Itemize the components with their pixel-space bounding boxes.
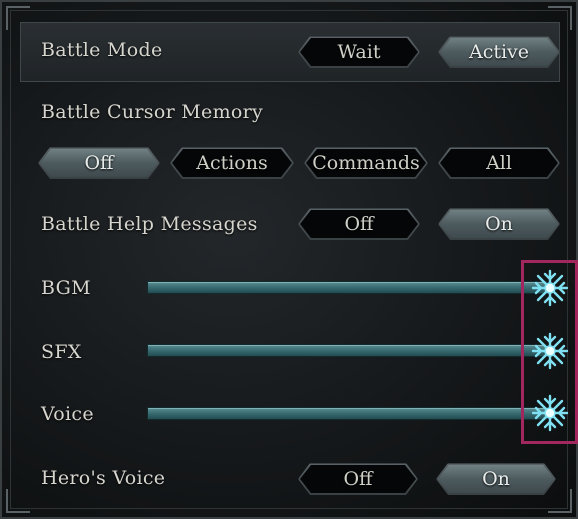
battle-help-messages-label: Battle Help Messages xyxy=(41,213,258,235)
corner-ornament xyxy=(6,489,30,513)
cursor-memory-commands-button[interactable]: Commands xyxy=(304,147,428,179)
settings-panel: Battle Mode Wait Active Battle Cursor Me… xyxy=(0,0,578,519)
snowflake-icon[interactable] xyxy=(530,393,570,433)
voice-label: Voice xyxy=(41,403,94,425)
cursor-memory-all-button[interactable]: All xyxy=(438,147,560,179)
help-messages-off-button[interactable]: Off xyxy=(298,208,420,240)
heros-voice-on-button[interactable]: On xyxy=(436,463,556,495)
heros-voice-label: Hero's Voice xyxy=(41,467,166,489)
corner-ornament xyxy=(548,489,572,513)
sfx-label: SFX xyxy=(41,341,82,363)
help-messages-on-button[interactable]: On xyxy=(438,208,560,240)
voice-slider[interactable] xyxy=(147,407,547,420)
heros-voice-off-button[interactable]: Off xyxy=(298,463,418,495)
sfx-slider[interactable] xyxy=(147,344,547,357)
cursor-memory-off-button[interactable]: Off xyxy=(38,147,160,179)
cursor-memory-actions-button[interactable]: Actions xyxy=(170,147,294,179)
snowflake-icon[interactable] xyxy=(530,331,570,371)
battle-mode-label: Battle Mode xyxy=(41,39,163,61)
battle-mode-wait-button[interactable]: Wait xyxy=(298,36,420,68)
battle-mode-active-button[interactable]: Active xyxy=(438,36,560,68)
battle-cursor-memory-label: Battle Cursor Memory xyxy=(41,101,264,123)
bgm-label: BGM xyxy=(41,277,91,299)
bgm-slider[interactable] xyxy=(147,281,547,294)
snowflake-icon[interactable] xyxy=(530,268,570,308)
panel-inner-frame xyxy=(10,10,568,509)
